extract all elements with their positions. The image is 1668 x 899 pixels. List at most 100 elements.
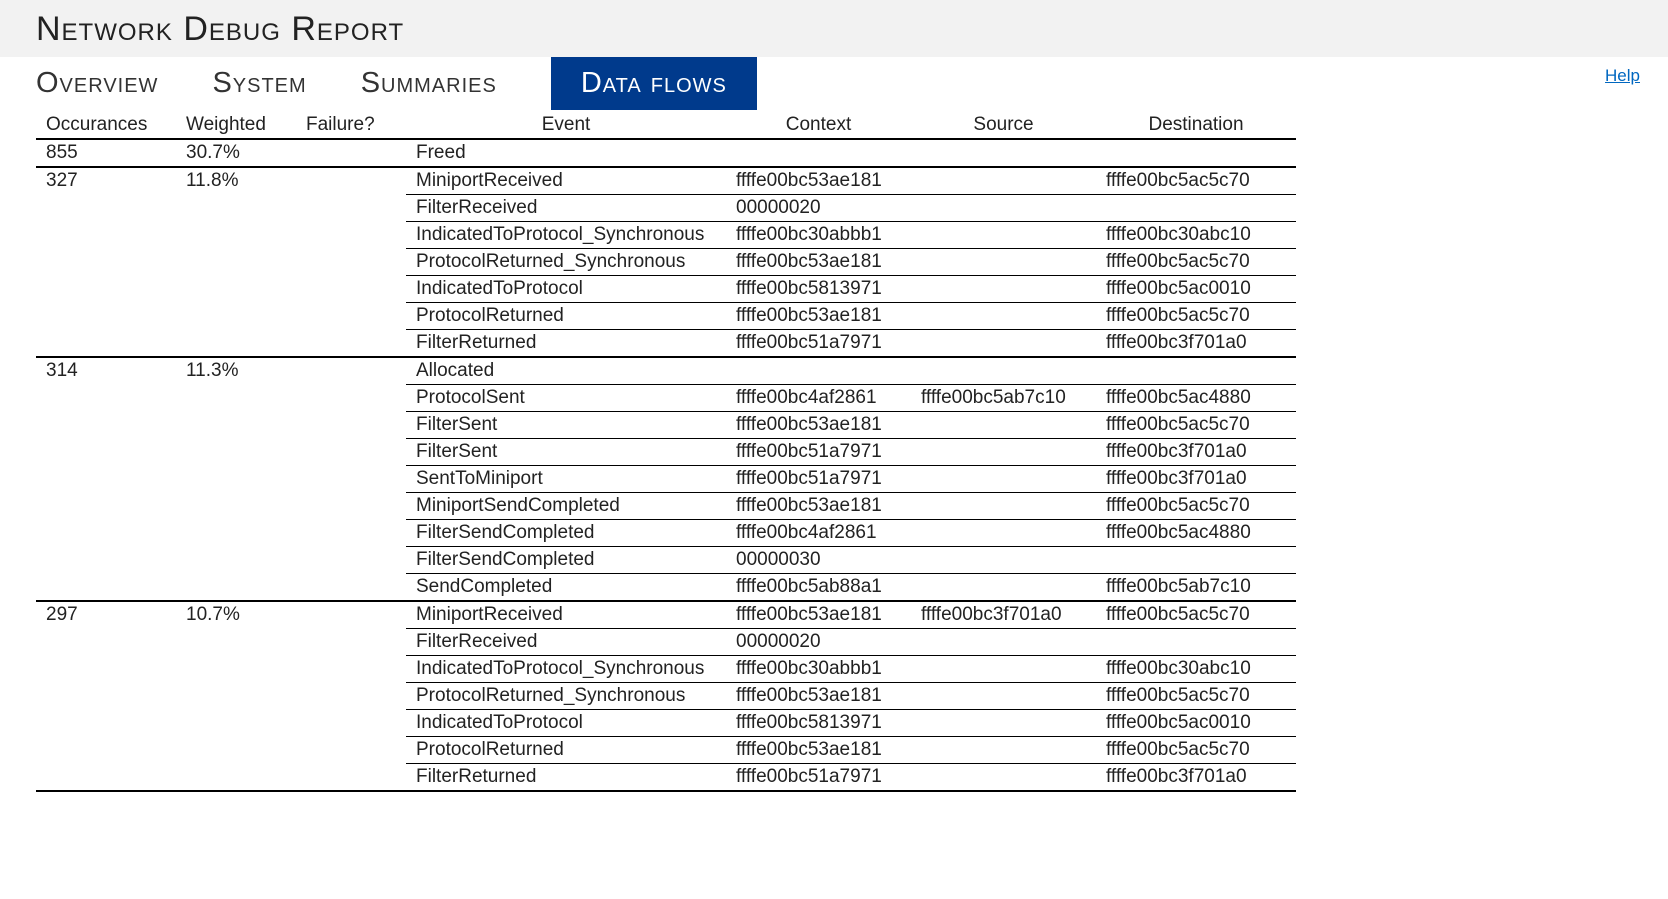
cell-event: MiniportReceived	[406, 601, 726, 629]
cell-context: ffffe00bc53ae181	[726, 412, 911, 439]
tab-summaries[interactable]: Summaries	[361, 57, 527, 110]
help-link[interactable]: Help	[1605, 66, 1640, 86]
col-weighted: Weighted	[176, 110, 296, 139]
cell-event: Allocated	[406, 357, 726, 385]
cell-event: ProtocolReturned	[406, 303, 726, 330]
cell-destination: ffffe00bc3f701a0	[1096, 330, 1296, 358]
cell-destination	[1096, 357, 1296, 385]
cell-source	[911, 222, 1096, 249]
cell-source	[911, 276, 1096, 303]
cell-source	[911, 466, 1096, 493]
cell-event: SentToMiniport	[406, 466, 726, 493]
cell-source	[911, 737, 1096, 764]
cell-destination: ffffe00bc5ac5c70	[1096, 167, 1296, 195]
cell-source	[911, 547, 1096, 574]
cell-context	[726, 357, 911, 385]
cell-source	[911, 683, 1096, 710]
tab-data-flows[interactable]: Data flows	[551, 57, 757, 110]
cell-event: FilterReceived	[406, 195, 726, 222]
cell-source	[911, 764, 1096, 792]
cell-source	[911, 249, 1096, 276]
cell-event: IndicatedToProtocol	[406, 710, 726, 737]
cell-event: FilterReturned	[406, 764, 726, 792]
cell-event: Freed	[406, 139, 726, 167]
tab-system[interactable]: System	[212, 57, 336, 110]
cell-context: ffffe00bc53ae181	[726, 167, 911, 195]
table-row: 32711.8%MiniportReceivedffffe00bc53ae181…	[36, 167, 1296, 195]
cell-source	[911, 195, 1096, 222]
cell-destination: ffffe00bc3f701a0	[1096, 466, 1296, 493]
cell-source	[911, 629, 1096, 656]
col-failure: Failure?	[296, 110, 406, 139]
cell-source	[911, 303, 1096, 330]
cell-destination: ffffe00bc5ac0010	[1096, 710, 1296, 737]
cell-occurances: 327	[36, 167, 176, 357]
cell-weighted: 11.3%	[176, 357, 296, 601]
cell-context: ffffe00bc51a7971	[726, 466, 911, 493]
cell-context	[726, 139, 911, 167]
cell-event: FilterSendCompleted	[406, 547, 726, 574]
cell-destination: ffffe00bc3f701a0	[1096, 439, 1296, 466]
col-destination: Destination	[1096, 110, 1296, 139]
cell-context: ffffe00bc53ae181	[726, 249, 911, 276]
cell-weighted: 30.7%	[176, 139, 296, 167]
cell-context: ffffe00bc51a7971	[726, 330, 911, 358]
cell-event: IndicatedToProtocol_Synchronous	[406, 656, 726, 683]
cell-context: ffffe00bc4af2861	[726, 385, 911, 412]
cell-weighted: 10.7%	[176, 601, 296, 791]
cell-destination: ffffe00bc5ac4880	[1096, 520, 1296, 547]
cell-destination: ffffe00bc5ac0010	[1096, 276, 1296, 303]
table-header-row: Occurances Weighted Failure? Event Conte…	[36, 110, 1296, 139]
col-source: Source	[911, 110, 1096, 139]
cell-source	[911, 330, 1096, 358]
cell-destination: ffffe00bc5ac5c70	[1096, 601, 1296, 629]
cell-destination: ffffe00bc5ac5c70	[1096, 249, 1296, 276]
cell-event: ProtocolReturned_Synchronous	[406, 683, 726, 710]
cell-failure	[296, 167, 406, 357]
cell-destination: ffffe00bc5ac5c70	[1096, 683, 1296, 710]
cell-context: 00000020	[726, 195, 911, 222]
cell-source	[911, 574, 1096, 602]
cell-event: MiniportReceived	[406, 167, 726, 195]
col-context: Context	[726, 110, 911, 139]
cell-context: 00000030	[726, 547, 911, 574]
cell-source: ffffe00bc3f701a0	[911, 601, 1096, 629]
table-row: 29710.7%MiniportReceivedffffe00bc53ae181…	[36, 601, 1296, 629]
cell-event: ProtocolReturned	[406, 737, 726, 764]
cell-destination: ffffe00bc5ab7c10	[1096, 574, 1296, 602]
cell-event: FilterReceived	[406, 629, 726, 656]
cell-destination	[1096, 139, 1296, 167]
cell-destination	[1096, 195, 1296, 222]
cell-event: FilterSendCompleted	[406, 520, 726, 547]
cell-source	[911, 439, 1096, 466]
cell-context: 00000020	[726, 629, 911, 656]
cell-destination: ffffe00bc5ac5c70	[1096, 303, 1296, 330]
cell-context: ffffe00bc51a7971	[726, 439, 911, 466]
cell-source	[911, 520, 1096, 547]
cell-failure	[296, 139, 406, 167]
cell-event: IndicatedToProtocol	[406, 276, 726, 303]
tabs: Overview System Summaries Data flows	[0, 57, 1668, 110]
cell-occurances: 297	[36, 601, 176, 791]
cell-event: IndicatedToProtocol_Synchronous	[406, 222, 726, 249]
table-wrap: Occurances Weighted Failure? Event Conte…	[0, 110, 1668, 812]
cell-failure	[296, 357, 406, 601]
page-title: Network Debug Report	[36, 10, 404, 49]
table-row: 85530.7% Freed	[36, 139, 1296, 167]
cell-event: FilterSent	[406, 439, 726, 466]
col-occurances: Occurances	[36, 110, 176, 139]
cell-event: ProtocolReturned_Synchronous	[406, 249, 726, 276]
cell-destination: ffffe00bc5ac4880	[1096, 385, 1296, 412]
cell-context: ffffe00bc51a7971	[726, 764, 911, 792]
cell-weighted: 11.8%	[176, 167, 296, 357]
tab-overview[interactable]: Overview	[36, 57, 188, 110]
cell-destination: ffffe00bc3f701a0	[1096, 764, 1296, 792]
cell-destination: ffffe00bc30abc10	[1096, 656, 1296, 683]
cell-occurances: 855	[36, 139, 176, 167]
cell-destination: ffffe00bc5ac5c70	[1096, 412, 1296, 439]
cell-context: ffffe00bc30abbb1	[726, 222, 911, 249]
cell-event: MiniportSendCompleted	[406, 493, 726, 520]
cell-source	[911, 493, 1096, 520]
cell-source	[911, 167, 1096, 195]
cell-context: ffffe00bc53ae181	[726, 601, 911, 629]
